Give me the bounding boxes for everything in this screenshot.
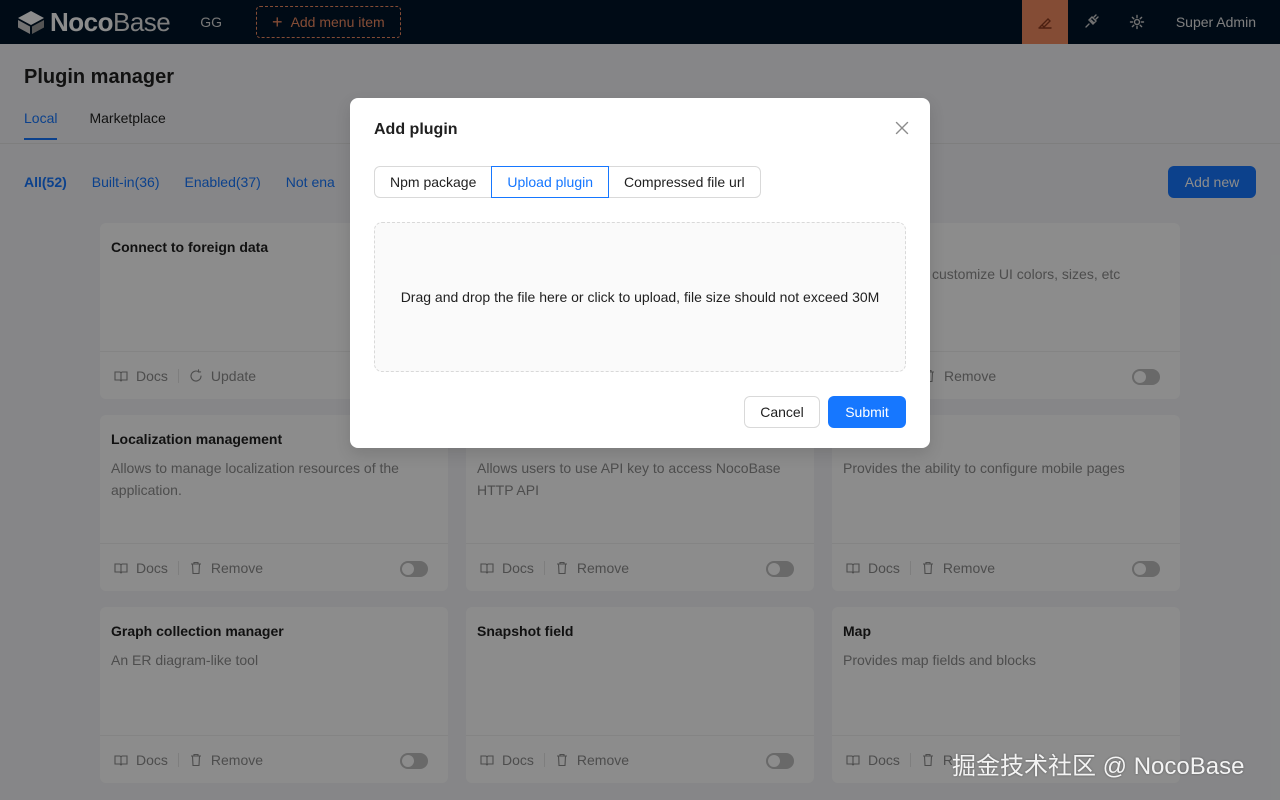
option-compressed-file-url[interactable]: Compressed file url (608, 166, 761, 198)
modal-title: Add plugin (374, 121, 458, 138)
plugin-source-selector: Npm package Upload plugin Compressed fil… (374, 166, 761, 198)
option-upload-plugin[interactable]: Upload plugin (491, 166, 610, 198)
add-plugin-modal: Add plugin Npm package Upload plugin Com… (350, 98, 930, 448)
cancel-button[interactable]: Cancel (744, 396, 820, 428)
submit-button[interactable]: Submit (828, 396, 906, 428)
watermark: 掘金技术社区 @ NocoBase (952, 753, 1245, 780)
close-icon (895, 121, 909, 135)
upload-dropzone[interactable]: Drag and drop the file here or click to … (374, 222, 906, 372)
option-npm-package[interactable]: Npm package (374, 166, 493, 198)
close-button[interactable] (892, 118, 912, 138)
